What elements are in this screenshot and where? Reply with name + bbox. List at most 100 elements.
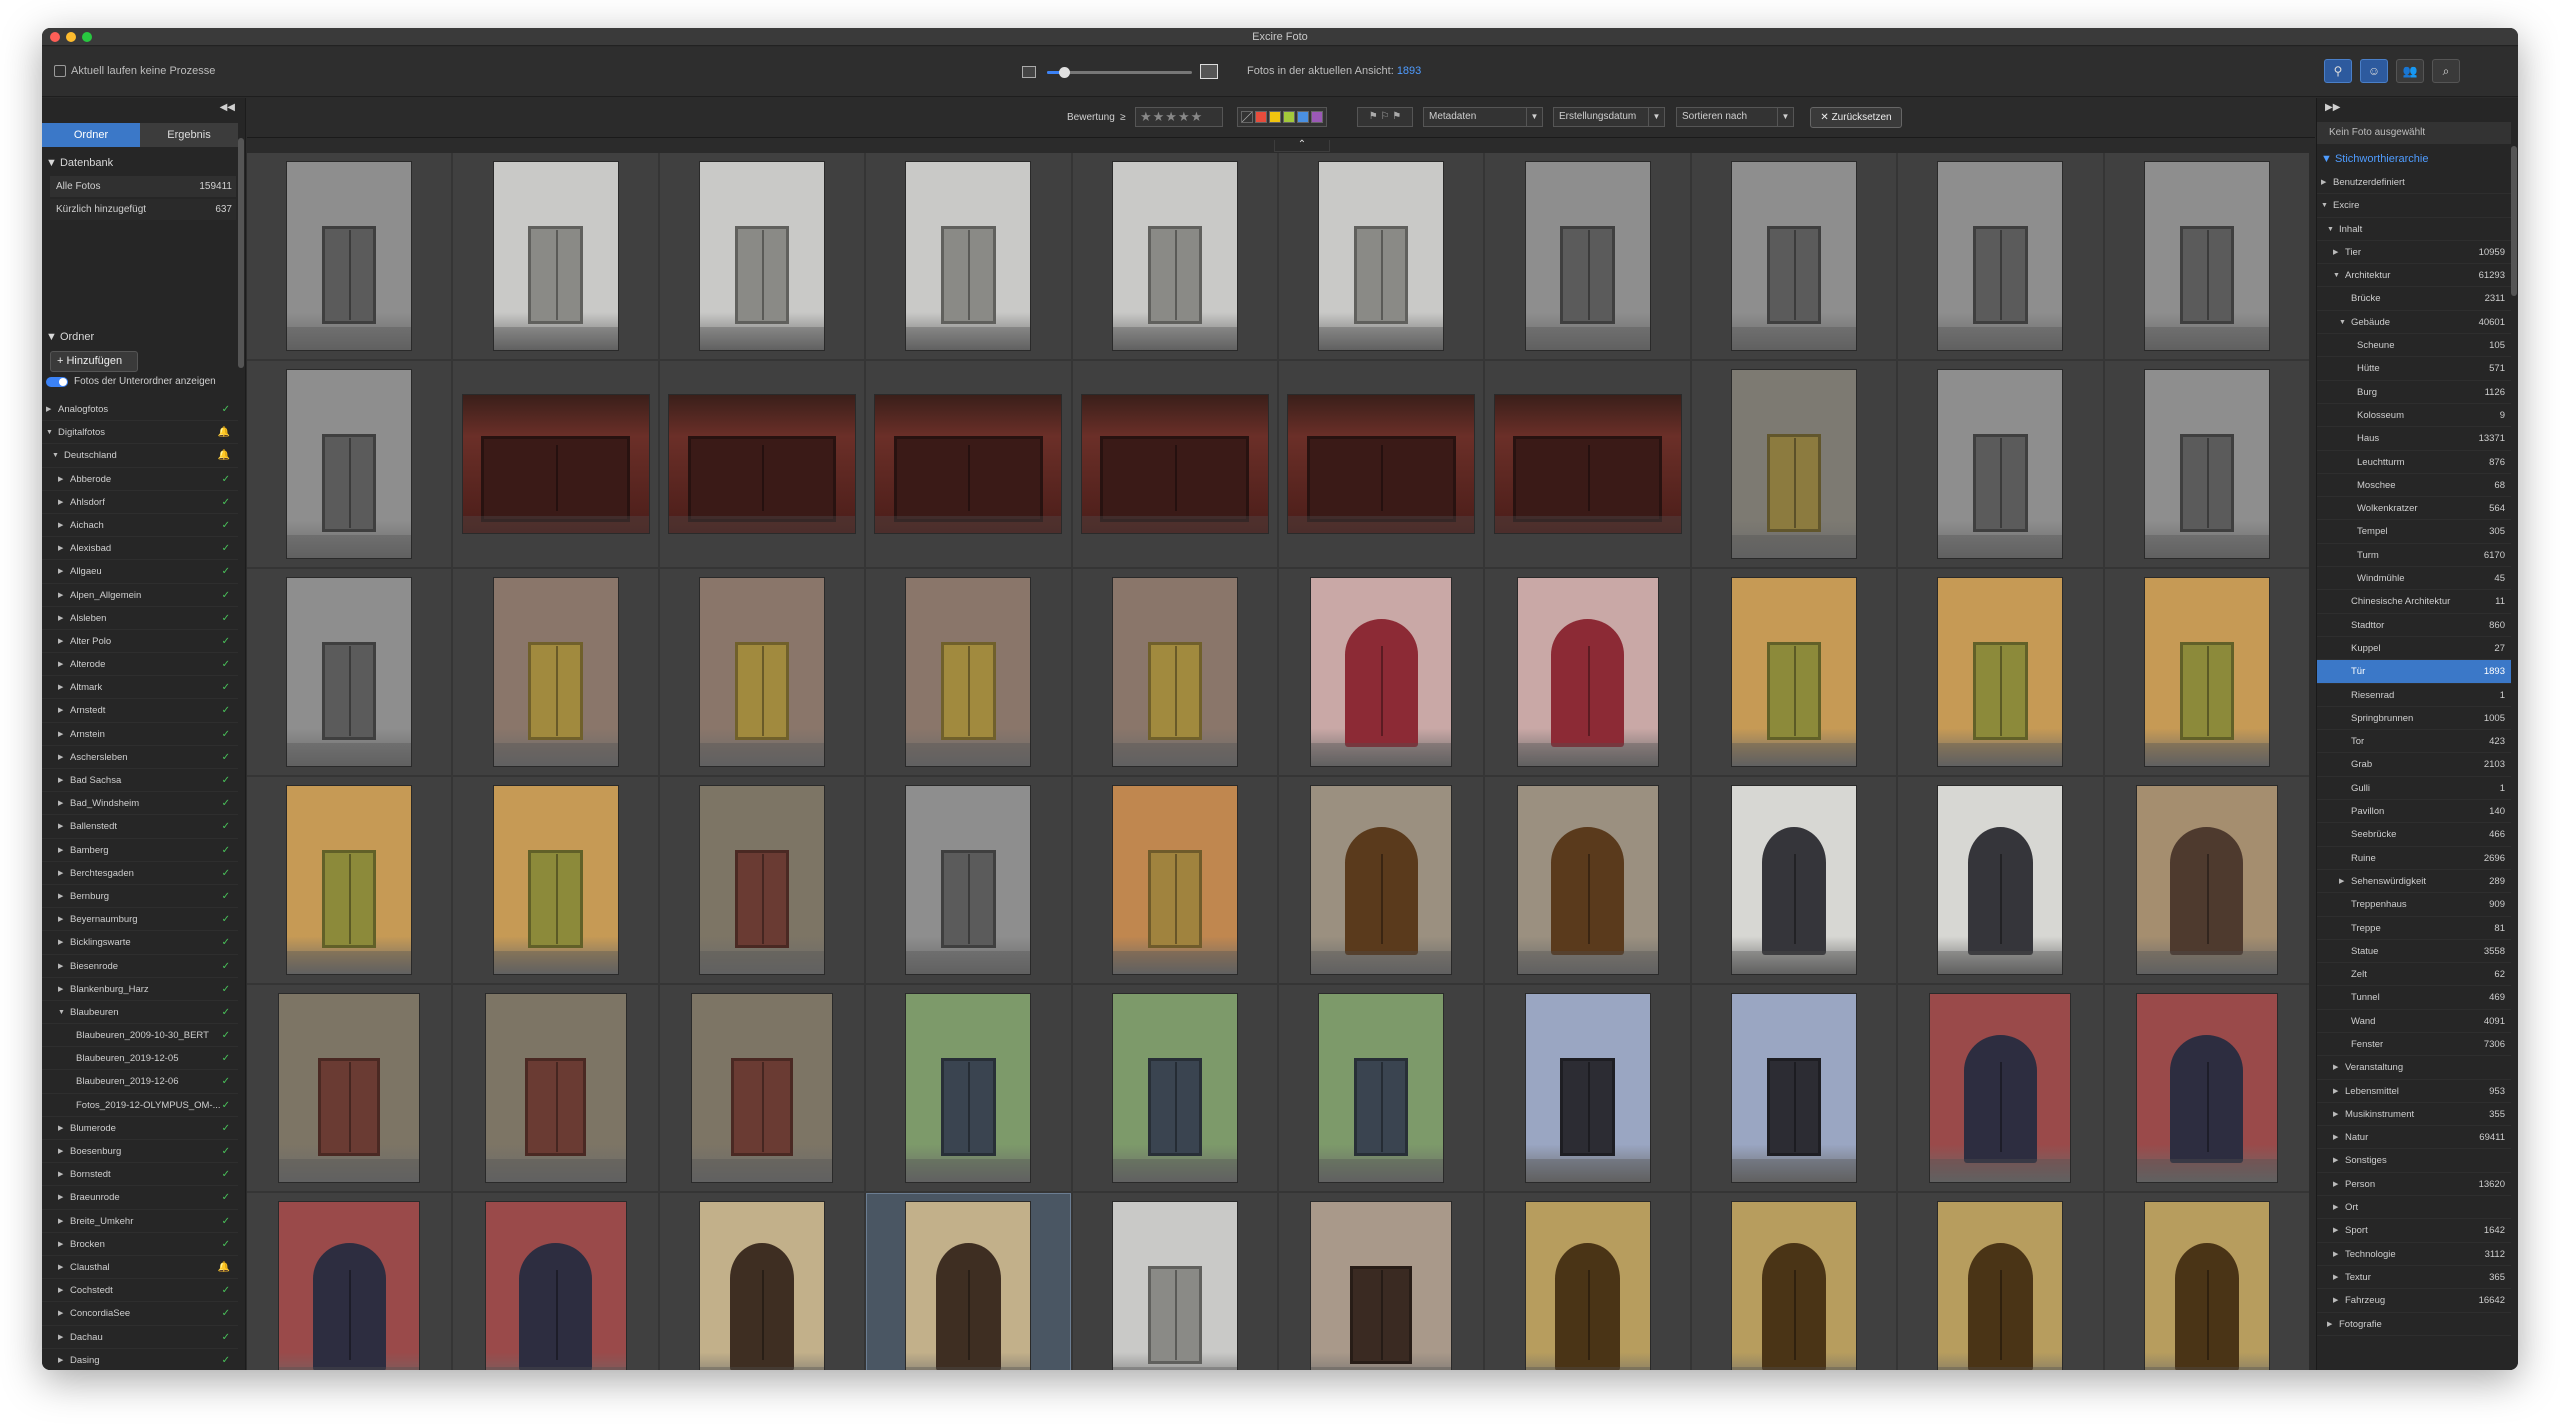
photo-thumbnail[interactable] bbox=[492, 577, 619, 767]
folder-item[interactable]: ▶ ConcordiaSee ✓ bbox=[42, 1302, 238, 1326]
collapse-left-icon[interactable]: ◀◀ bbox=[220, 102, 235, 113]
photo-cell[interactable] bbox=[453, 569, 658, 775]
keyword-item[interactable]: Windmühle 45 bbox=[2317, 567, 2511, 591]
keyword-item[interactable]: ▼ Architektur 61293 bbox=[2317, 264, 2511, 288]
collapsed-arrow-icon[interactable]: ▶ bbox=[2333, 1243, 2338, 1266]
reset-button[interactable]: ✕ Zurücksetzen bbox=[1810, 107, 1902, 128]
folder-item[interactable]: ▶ Blumerode ✓ bbox=[42, 1117, 238, 1140]
folders-header[interactable]: ▼ Ordner bbox=[42, 328, 238, 346]
collapsed-arrow-icon[interactable]: ▶ bbox=[58, 792, 63, 814]
keyword-item[interactable]: Moschee 68 bbox=[2317, 474, 2511, 498]
photo-cell[interactable] bbox=[453, 985, 658, 1191]
photo-cell[interactable] bbox=[1898, 777, 2103, 983]
collapsed-arrow-icon[interactable]: ▶ bbox=[58, 1302, 63, 1324]
color-chip-3[interactable] bbox=[1297, 111, 1309, 123]
keyword-item[interactable]: ▶ Fahrzeug 16642 bbox=[2317, 1289, 2511, 1313]
photo-cell[interactable] bbox=[1691, 777, 1897, 983]
photo-cell[interactable] bbox=[453, 361, 658, 567]
keyword-item[interactable]: Wand 4091 bbox=[2317, 1010, 2511, 1033]
photo-cell[interactable] bbox=[1691, 569, 1897, 775]
photo-thumbnail[interactable] bbox=[1730, 1201, 1857, 1370]
collapsed-arrow-icon[interactable]: ▶ bbox=[2333, 1149, 2338, 1172]
collapsed-arrow-icon[interactable]: ▶ bbox=[58, 1210, 63, 1232]
thumbnail-small-icon[interactable] bbox=[1022, 66, 1036, 78]
folder-item[interactable]: ▼ Digitalfotos 🔔 bbox=[42, 421, 238, 445]
photo-cell[interactable] bbox=[2104, 153, 2309, 359]
color-label-filter[interactable] bbox=[1237, 107, 1327, 127]
keyword-item[interactable]: Brücke 2311 bbox=[2317, 287, 2511, 311]
collapsed-arrow-icon[interactable]: ▶ bbox=[58, 1233, 63, 1255]
collapsed-arrow-icon[interactable]: ▶ bbox=[58, 584, 63, 606]
photo-cell[interactable] bbox=[659, 985, 865, 1191]
expanded-arrow-icon[interactable]: ▼ bbox=[58, 1001, 65, 1023]
collapsed-arrow-icon[interactable]: ▶ bbox=[58, 1186, 63, 1208]
photo-thumbnail[interactable] bbox=[1516, 785, 1659, 975]
photo-thumbnail[interactable] bbox=[698, 577, 825, 767]
photo-cell[interactable] bbox=[2104, 1193, 2309, 1370]
photo-thumbnail[interactable] bbox=[286, 577, 413, 767]
photo-thumbnail[interactable] bbox=[690, 993, 833, 1183]
photo-thumbnail[interactable] bbox=[2143, 161, 2270, 351]
folder-item[interactable]: Fotos_2019-12-OLYMPUS_OM-... ✓ bbox=[42, 1094, 238, 1117]
keyword-item[interactable]: Riesenrad 1 bbox=[2317, 684, 2511, 707]
photo-thumbnail[interactable] bbox=[1111, 577, 1238, 767]
keyword-item[interactable]: Tunnel 469 bbox=[2317, 986, 2511, 1010]
keyword-item[interactable]: ▼ Excire bbox=[2317, 194, 2511, 218]
keyword-item[interactable]: Hütte 571 bbox=[2317, 357, 2511, 381]
keyword-item[interactable]: ▶ Musikinstrument 355 bbox=[2317, 1103, 2511, 1127]
folder-item[interactable]: ▶ Clausthal 🔔 bbox=[42, 1256, 238, 1280]
folder-item[interactable]: ▶ Alsleben ✓ bbox=[42, 607, 238, 630]
folder-item[interactable]: ▶ Abberode ✓ bbox=[42, 468, 238, 491]
photo-thumbnail[interactable] bbox=[1310, 577, 1453, 767]
photo-cell[interactable] bbox=[247, 153, 452, 359]
keyword-item[interactable]: Statue 3558 bbox=[2317, 940, 2511, 964]
folder-item[interactable]: ▶ Aichach ✓ bbox=[42, 514, 238, 538]
photo-thumbnail[interactable] bbox=[1287, 394, 1476, 534]
folder-item[interactable]: ▼ Blaubeuren ✓ bbox=[42, 1001, 238, 1025]
keyword-item[interactable]: Kuppel 27 bbox=[2317, 637, 2511, 661]
photo-cell[interactable] bbox=[1898, 569, 2103, 775]
photo-cell[interactable] bbox=[247, 569, 452, 775]
keyword-item[interactable]: Fenster 7306 bbox=[2317, 1033, 2511, 1057]
photo-thumbnail[interactable] bbox=[905, 785, 1032, 975]
photo-cell[interactable] bbox=[1072, 569, 1277, 775]
keyword-item[interactable]: Leuchtturm 876 bbox=[2317, 451, 2511, 474]
photo-cell[interactable] bbox=[1278, 777, 1484, 983]
no-color-chip[interactable] bbox=[1241, 111, 1253, 123]
expanded-arrow-icon[interactable]: ▼ bbox=[2327, 218, 2334, 241]
expanded-arrow-icon[interactable]: ▼ bbox=[2321, 194, 2328, 217]
keyword-item[interactable]: Stadttor 860 bbox=[2317, 614, 2511, 637]
collapsed-arrow-icon[interactable]: ▶ bbox=[2339, 870, 2344, 893]
collapsed-arrow-icon[interactable]: ▶ bbox=[58, 746, 63, 768]
photo-thumbnail[interactable] bbox=[492, 785, 619, 975]
photo-cell[interactable] bbox=[247, 1193, 452, 1370]
keyword-item[interactable]: ▶ Sport 1642 bbox=[2317, 1219, 2511, 1243]
photo-thumbnail[interactable] bbox=[1937, 785, 2064, 975]
photo-thumbnail[interactable] bbox=[484, 993, 627, 1183]
photo-thumbnail[interactable] bbox=[1310, 785, 1453, 975]
photo-thumbnail[interactable] bbox=[1493, 394, 1682, 534]
photo-cell[interactable] bbox=[247, 985, 452, 1191]
keyword-item[interactable]: Treppenhaus 909 bbox=[2317, 893, 2511, 917]
photo-thumbnail[interactable] bbox=[1310, 1201, 1453, 1370]
tab-folders[interactable]: Ordner bbox=[42, 123, 140, 147]
keyword-item[interactable]: ▼ Inhalt bbox=[2317, 218, 2511, 241]
folder-item[interactable]: ▶ Bicklingswarte ✓ bbox=[42, 931, 238, 955]
photo-thumbnail[interactable] bbox=[2135, 785, 2278, 975]
photo-cell[interactable] bbox=[866, 777, 1071, 983]
keyword-tool-button[interactable]: ⚲ bbox=[2324, 59, 2352, 83]
keyword-item[interactable]: Chinesische Architektur 11 bbox=[2317, 590, 2511, 614]
photo-cell[interactable] bbox=[866, 1193, 1071, 1370]
keyword-item[interactable]: ▶ Benutzerdefiniert bbox=[2317, 171, 2511, 195]
photo-thumbnail[interactable] bbox=[286, 161, 413, 351]
folder-item[interactable]: ▶ Alterode ✓ bbox=[42, 653, 238, 677]
keyword-item[interactable]: Treppe 81 bbox=[2317, 917, 2511, 940]
photo-cell[interactable] bbox=[1898, 1193, 2103, 1370]
folder-item[interactable]: ▶ Bernburg ✓ bbox=[42, 885, 238, 909]
collapsed-arrow-icon[interactable]: ▶ bbox=[2333, 1126, 2338, 1149]
keyword-item[interactable]: ▶ Veranstaltung bbox=[2317, 1056, 2511, 1080]
photo-thumbnail[interactable] bbox=[461, 394, 650, 534]
folder-item[interactable]: Blaubeuren_2009-10-30_BERT ✓ bbox=[42, 1024, 238, 1048]
expanded-arrow-icon[interactable]: ▼ bbox=[2333, 264, 2340, 287]
left-scrollbar[interactable] bbox=[238, 138, 244, 368]
